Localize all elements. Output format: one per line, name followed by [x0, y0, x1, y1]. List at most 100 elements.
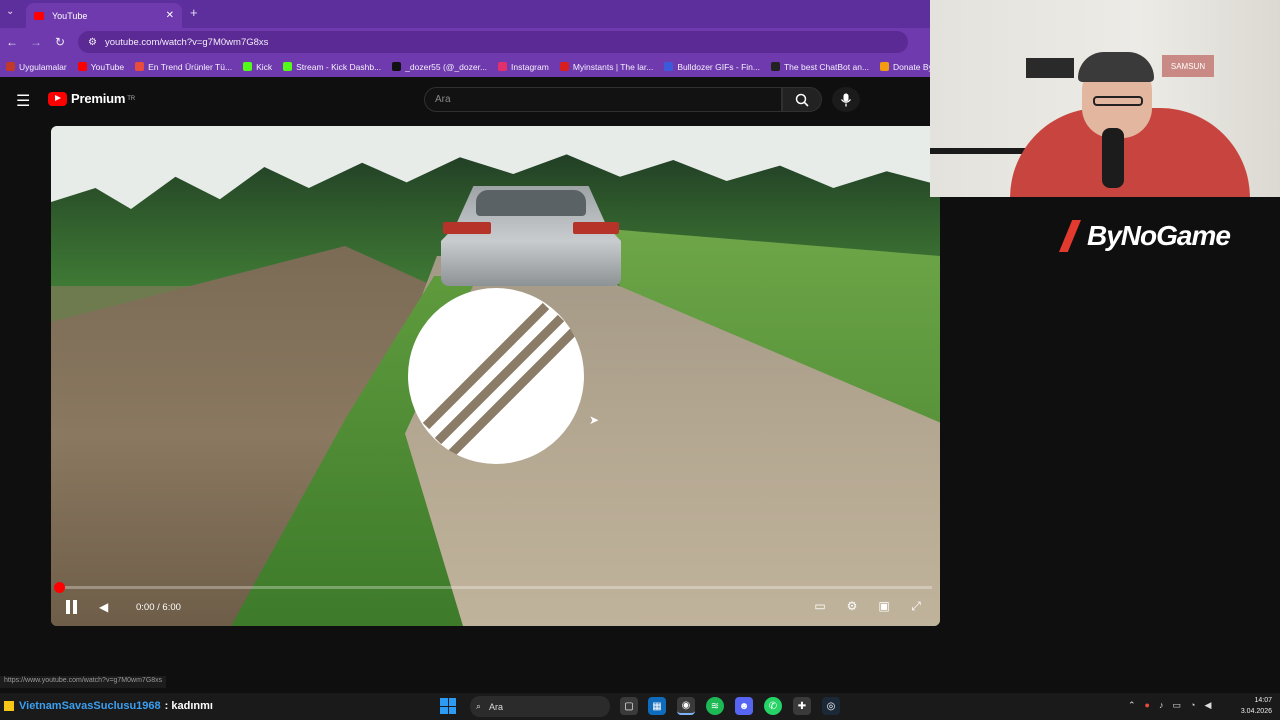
bookmark-favicon-icon [135, 62, 145, 71]
bookmark-item[interactable]: The best ChatBot an... [770, 61, 870, 72]
address-bar: ← → ↻ ⚙ youtube.com/watch?v=g7M0wm7G8xs [0, 28, 930, 56]
video-player[interactable]: ➤ ◀ 0:00 / 6:00 ▭ ⚙ ▣ ⤢ [51, 126, 940, 626]
bookmark-favicon-icon [880, 62, 890, 71]
bookmark-label: Donate ByNoGam [893, 61, 930, 72]
webcam-overlay: SAMSUN [930, 0, 1280, 197]
logo-text: Premium [71, 91, 126, 106]
volume-icon[interactable]: ◀ [99, 600, 108, 614]
webcam-samsung-sign: SAMSUN [1162, 55, 1214, 77]
store-icon[interactable]: ▦ [648, 697, 666, 715]
bookmark-label: The best ChatBot an... [783, 61, 870, 72]
bookmark-favicon-icon [77, 62, 87, 71]
bookmarks-bar: Uygulamalar YouTube En Trend Ürünler Tü...… [0, 56, 930, 77]
bynogame-logo: ByNoGame [1059, 220, 1231, 252]
loading-spinner-icon [408, 288, 584, 464]
webcam-streamer-glasses [1093, 96, 1143, 106]
url-field[interactable]: ⚙ youtube.com/watch?v=g7M0wm7G8xs [78, 31, 908, 53]
network-icon[interactable]: ▭ [1172, 700, 1181, 711]
time-display: 0:00 / 6:00 [136, 602, 181, 613]
search-input[interactable]: Ara [424, 87, 782, 112]
whatsapp-icon[interactable]: ✆ [764, 697, 782, 715]
fullscreen-icon[interactable]: ⤢ [907, 598, 925, 614]
bookmark-favicon-icon [770, 62, 780, 71]
bookmark-item[interactable]: En Trend Ürünler Tü... [135, 62, 232, 72]
bynogame-text: ByNoGame [1087, 220, 1231, 251]
pause-button[interactable] [65, 600, 79, 614]
region-code: TR [127, 95, 135, 102]
bookmark-label: Bulldozer GIFs - Fin... [677, 61, 760, 72]
bookmark-favicon-icon [498, 62, 508, 71]
menu-icon[interactable]: ☰ [16, 91, 30, 111]
bookmark-favicon-icon [559, 62, 569, 71]
back-icon[interactable]: ← [0, 35, 24, 49]
chevron-up-icon[interactable]: ⌃ [1128, 700, 1136, 711]
bookmark-item[interactable]: Kick [243, 62, 272, 72]
bookmark-item[interactable]: YouTube [77, 61, 125, 72]
youtube-logo[interactable]: Premium TR [48, 91, 135, 106]
bookmark-item[interactable]: Stream - Kick Dashb... [283, 62, 381, 72]
speaker-icon[interactable]: ◀ [1204, 700, 1211, 711]
bookmark-label: Uygulamalar [19, 61, 67, 72]
bookmark-favicon-icon [283, 62, 293, 71]
browser-tab-youtube[interactable]: YouTube ✕ [26, 3, 182, 28]
close-tab-icon[interactable]: ✕ [166, 10, 174, 21]
bynogame-mark-icon [1059, 220, 1081, 252]
steam-icon[interactable]: ◎ [822, 697, 840, 715]
bookmark-item[interactable]: Instagram [498, 62, 549, 72]
tab-search-icon[interactable]: ⌄ [6, 6, 14, 17]
webcam-poster [1026, 58, 1074, 78]
bookmark-item[interactable]: Myinstants | The lar... [559, 62, 653, 72]
player-right-controls: ▭ ⚙ ▣ ⤢ [811, 598, 925, 614]
subtitles-icon[interactable]: ▭ [811, 598, 829, 614]
discord-icon[interactable]: ☻ [735, 697, 753, 715]
wifi-icon[interactable]: ◔ [1190, 700, 1195, 711]
tray-app-icon[interactable]: ● [1145, 700, 1150, 711]
task-view-icon[interactable]: ▢ [620, 697, 638, 715]
clock-date: 3.04.2026 [1240, 708, 1272, 715]
voice-search-button[interactable] [832, 87, 860, 112]
bookmark-item[interactable]: Uygulamalar [6, 62, 67, 72]
link-preview-status: https://www.youtube.com/watch?v=g7M0wm7G… [0, 676, 167, 688]
progress-bar[interactable] [59, 586, 932, 589]
bookmark-label: YouTube [90, 61, 125, 72]
taskbar-clock[interactable]: 14:07 3.04.2026 [1228, 695, 1272, 717]
forward-icon[interactable]: → [24, 35, 48, 49]
progress-scrubber[interactable] [54, 582, 65, 593]
bookmark-favicon-icon [392, 62, 402, 71]
app-icon[interactable]: ✚ [793, 697, 811, 715]
microphone-icon [840, 93, 852, 106]
video-frame-car-light [573, 222, 619, 234]
browser-tab-bar: ⌄ YouTube ✕ + [0, 0, 930, 28]
bookmark-item[interactable]: Donate ByNoGam [880, 62, 930, 72]
microphone-icon[interactable]: ♪ [1159, 700, 1164, 711]
spotify-icon[interactable]: ≋ [706, 697, 724, 715]
reload-icon[interactable]: ↻ [48, 35, 72, 49]
chat-badge-icon [4, 701, 14, 711]
bookmark-favicon-icon [243, 62, 253, 71]
pause-icon [66, 600, 70, 614]
search-icon [795, 93, 809, 107]
theater-mode-icon[interactable]: ▣ [875, 598, 893, 614]
bookmark-label: Instagram [511, 61, 549, 72]
start-button-icon[interactable] [440, 698, 456, 714]
webcam-streamer-cap [1078, 52, 1154, 82]
bookmark-label: _dozer55 (@_dozer... [405, 61, 488, 72]
url-text: youtube.com/watch?v=g7M0wm7G8xs [104, 36, 269, 48]
clock-time: 14:07 [1254, 697, 1272, 704]
settings-icon[interactable]: ⚙ [843, 598, 861, 614]
chat-message: VietnamSavasSuclusu1968 : kadınmı [4, 700, 213, 712]
youtube-play-icon [48, 91, 67, 106]
site-info-icon[interactable]: ⚙ [88, 37, 97, 48]
search-button[interactable] [782, 87, 822, 112]
new-tab-icon[interactable]: + [190, 5, 198, 20]
chrome-icon[interactable]: ◉ [677, 697, 695, 715]
taskbar-search[interactable]: ⌕ Ara [470, 696, 610, 717]
bookmark-favicon-icon [664, 62, 674, 71]
search-icon: ⌕ [476, 701, 482, 711]
bookmark-item[interactable]: Bulldozer GIFs - Fin... [664, 62, 760, 72]
system-tray: ⌃ ● ♪ ▭ ◔ ◀ [1128, 700, 1211, 711]
bookmark-favicon-icon [6, 62, 15, 71]
mouse-pointer-icon: ➤ [589, 413, 600, 427]
video-frame-car-window [476, 190, 586, 216]
bookmark-item[interactable]: _dozer55 (@_dozer... [392, 62, 487, 72]
